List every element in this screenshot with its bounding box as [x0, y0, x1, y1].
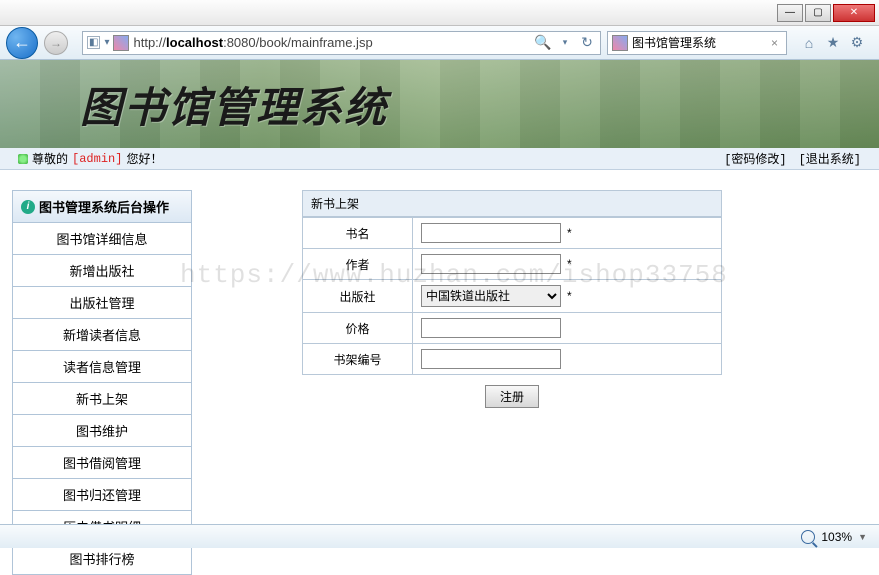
zoom-dropdown-icon[interactable]: ▼ — [858, 532, 867, 542]
window-close-button[interactable]: ✕ — [833, 4, 875, 22]
label-author: 作者 — [303, 249, 413, 280]
label-price: 价格 — [303, 313, 413, 344]
input-book-name[interactable] — [421, 223, 561, 243]
tab-close-button[interactable]: × — [767, 36, 782, 50]
sidebar-item-library-info[interactable]: 图书馆详细信息 — [12, 223, 192, 255]
input-price[interactable] — [421, 318, 561, 338]
favorites-icon[interactable]: ★ — [825, 35, 841, 51]
sidebar-header: i 图书管理系统后台操作 — [12, 190, 192, 223]
favicon-icon — [113, 35, 129, 51]
sidebar-item-reader-mgmt[interactable]: 读者信息管理 — [12, 351, 192, 383]
url-text: http://localhost:8080/book/mainframe.jsp — [133, 35, 530, 50]
greeting-suffix: 您好！ — [126, 150, 162, 167]
sidebar-item-book-maintain[interactable]: 图书维护 — [12, 415, 192, 447]
label-book-name: 书名 — [303, 218, 413, 249]
sidebar-item-add-publisher[interactable]: 新增出版社 — [12, 255, 192, 287]
browser-tab[interactable]: 图书馆管理系统 × — [607, 31, 787, 55]
input-shelf[interactable] — [421, 349, 561, 369]
search-icon[interactable]: 🔍 — [534, 34, 552, 52]
tab-title: 图书馆管理系统 — [632, 34, 716, 51]
label-publisher: 出版社 — [303, 280, 413, 313]
sidebar-item-publisher-mgmt[interactable]: 出版社管理 — [12, 287, 192, 319]
zoom-level: 103% — [821, 530, 852, 544]
arrow-right-icon: → — [50, 36, 62, 50]
input-author[interactable] — [421, 254, 561, 274]
banner-title: 图书馆管理系统 — [0, 74, 388, 135]
nav-back-button[interactable]: ← — [6, 27, 38, 59]
bullet-icon — [18, 154, 28, 164]
sidebar: i 图书管理系统后台操作 图书馆详细信息 新增出版社 出版社管理 新增读者信息 … — [12, 190, 192, 510]
logout-link[interactable]: [退出系统] — [799, 150, 861, 167]
required-mark: * — [567, 289, 572, 303]
form-title: 新书上架 — [302, 190, 722, 217]
window-minimize-button[interactable]: — — [777, 4, 803, 22]
submit-button[interactable]: 注册 — [485, 385, 539, 408]
tab-favicon-icon — [612, 35, 628, 51]
sidebar-item-add-reader[interactable]: 新增读者信息 — [12, 319, 192, 351]
form-table: 书名 * 作者 * 出版社 中国铁道出版社 * 价格 书架编号 — [302, 217, 722, 375]
window-titlebar: — ▢ ✕ — [0, 0, 879, 26]
select-publisher[interactable]: 中国铁道出版社 — [421, 285, 561, 307]
compat-icon: ◧ — [87, 36, 100, 49]
zoom-icon[interactable] — [801, 530, 815, 544]
page-banner: 图书馆管理系统 — [0, 60, 879, 148]
sidebar-item-return-mgmt[interactable]: 图书归还管理 — [12, 479, 192, 511]
chevron-down-icon[interactable]: ▾ — [556, 34, 574, 52]
browser-toolbar: ← → ◧ ▾ http://localhost:8080/book/mainf… — [0, 26, 879, 60]
window-maximize-button[interactable]: ▢ — [805, 4, 831, 22]
change-password-link[interactable]: [密码修改] — [724, 150, 786, 167]
required-mark: * — [567, 257, 572, 271]
arrow-left-icon: ← — [13, 32, 31, 53]
greeting-username: [admin] — [72, 152, 122, 166]
greeting-bar: 尊敬的 [admin] 您好！ [密码修改] [退出系统] — [0, 148, 879, 170]
main-content: i 图书管理系统后台操作 图书馆详细信息 新增出版社 出版社管理 新增读者信息 … — [0, 170, 879, 530]
nav-forward-button[interactable]: → — [44, 31, 68, 55]
home-icon[interactable]: ⌂ — [801, 35, 817, 51]
label-shelf: 书架编号 — [303, 344, 413, 375]
dropdown-icon[interactable]: ▾ — [104, 37, 109, 48]
info-icon: i — [21, 200, 35, 214]
address-bar[interactable]: ◧ ▾ http://localhost:8080/book/mainframe… — [82, 31, 601, 55]
tools-gear-icon[interactable]: ⚙ — [849, 35, 865, 51]
sidebar-header-label: 图书管理系统后台操作 — [39, 197, 169, 216]
required-mark: * — [567, 226, 572, 240]
greeting-prefix: 尊敬的 — [32, 150, 68, 167]
sidebar-item-new-book[interactable]: 新书上架 — [12, 383, 192, 415]
form-panel: 新书上架 书名 * 作者 * 出版社 中国铁道出版社 * 价格 书架编号 — [302, 190, 722, 510]
refresh-icon[interactable]: ↻ — [578, 34, 596, 52]
status-bar: 103% ▼ — [0, 524, 879, 548]
sidebar-item-borrow-mgmt[interactable]: 图书借阅管理 — [12, 447, 192, 479]
